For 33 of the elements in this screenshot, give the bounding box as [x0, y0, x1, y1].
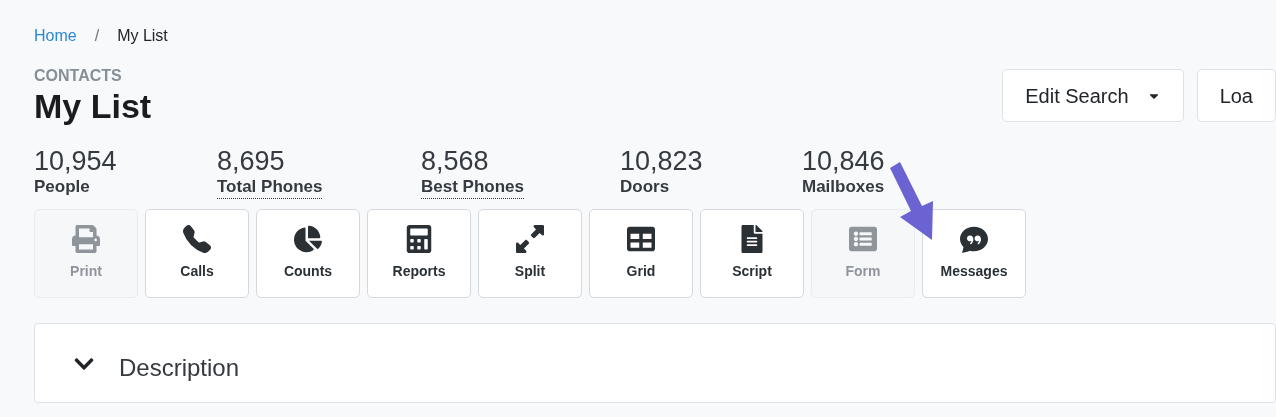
action-button[interactable]: Reports: [367, 209, 471, 298]
stat-label: People: [34, 176, 90, 198]
telephone-icon: [183, 225, 211, 253]
stat-value: 10,823: [620, 146, 703, 176]
diagonal-arrows-icon: [516, 225, 544, 253]
stat-label: Mailboxes: [802, 176, 885, 198]
dropdown-button[interactable]: Edit Search: [1002, 69, 1184, 122]
breadcrumb-current: My List: [117, 26, 168, 46]
action-button[interactable]: Script: [700, 209, 804, 298]
stat-value: 8,568: [421, 146, 489, 176]
stat-value: 10,846: [802, 146, 885, 176]
page-title: My List: [34, 86, 152, 126]
calculator-icon: [405, 225, 433, 253]
section-label: CONTACTS: [34, 66, 123, 86]
stat-label: Total Phones: [217, 176, 323, 199]
list-icon: [849, 225, 877, 253]
toolbar-button[interactable]: Loa: [1196, 69, 1276, 122]
quote-bubble-icon: [960, 225, 988, 253]
stat-label: Best Phones: [421, 176, 524, 199]
action-button[interactable]: Counts: [256, 209, 360, 298]
pie-chart-icon: [294, 225, 322, 253]
action-button[interactable]: Grid: [589, 209, 693, 298]
action-button[interactable]: Calls: [145, 209, 249, 298]
panel-title: Description: [119, 353, 240, 383]
stat-label: Doors: [620, 176, 670, 198]
stat-value: 8,695: [217, 146, 285, 176]
table-icon: [627, 225, 655, 253]
breadcrumb-separator: /: [94, 26, 100, 46]
action-button[interactable]: Split: [478, 209, 582, 298]
printer-icon: [72, 225, 100, 253]
stat-value: 10,954: [34, 146, 117, 176]
action-button[interactable]: Messages: [922, 209, 1026, 298]
breadcrumb-link[interactable]: Home: [34, 24, 77, 48]
